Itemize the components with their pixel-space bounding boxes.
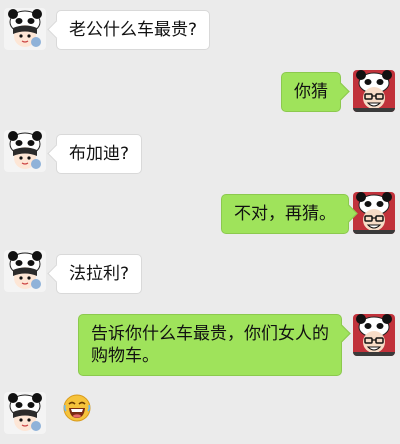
- message-text: 老公什么车最贵?: [69, 20, 198, 40]
- sender-avatar[interactable]: [4, 250, 46, 292]
- own-avatar[interactable]: [353, 70, 395, 112]
- message-bubble[interactable]: 不对，再猜。: [221, 194, 349, 234]
- laughing-emoji-icon[interactable]: [62, 393, 92, 423]
- boy-panda-hat-icon: [353, 192, 395, 234]
- girl-panda-hat-icon: [4, 130, 46, 172]
- own-avatar[interactable]: [353, 192, 395, 234]
- girl-panda-hat-icon: [4, 250, 46, 292]
- boy-panda-hat-icon: [353, 314, 395, 356]
- girl-panda-hat-icon: [4, 8, 46, 50]
- boy-panda-hat-icon: [353, 70, 395, 112]
- message-text: 你猜: [294, 82, 328, 102]
- girl-panda-hat-icon: [4, 392, 46, 434]
- sender-avatar[interactable]: [4, 8, 46, 50]
- message-bubble[interactable]: 老公什么车最贵?: [56, 10, 211, 50]
- own-avatar[interactable]: [353, 314, 395, 356]
- sender-avatar[interactable]: [4, 392, 46, 434]
- message-text: 告诉你什么车最贵，你们女人的购物车。: [91, 324, 329, 366]
- message-bubble[interactable]: 告诉你什么车最贵，你们女人的购物车。: [78, 314, 342, 376]
- message-bubble[interactable]: 布加迪?: [56, 134, 143, 174]
- chat-area: 老公什么车最贵? 你猜 布加迪? 不对，再猜。 法拉利? 告诉你什么车最贵，你们…: [0, 0, 400, 444]
- message-bubble[interactable]: 你猜: [281, 72, 341, 112]
- message-text: 布加迪?: [69, 144, 130, 164]
- message-text: 不对，再猜。: [234, 204, 336, 224]
- message-text: 法拉利?: [69, 264, 130, 284]
- message-bubble[interactable]: 法拉利?: [56, 254, 143, 294]
- sender-avatar[interactable]: [4, 130, 46, 172]
